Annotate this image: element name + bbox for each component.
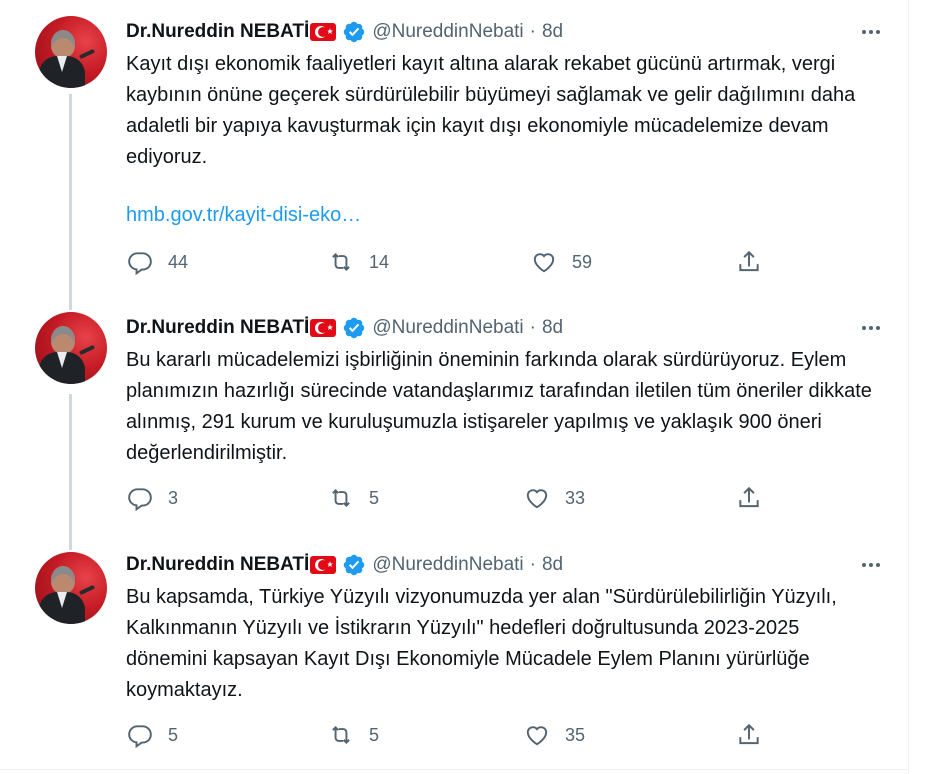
author-handle[interactable]: @NureddinNebati [372, 21, 523, 43]
retweet-icon [332, 489, 350, 507]
tweet-header: Dr.Nureddin NEBATİ ★ @NureddinNebati · 8… [126, 20, 563, 44]
retweet-icon [332, 253, 350, 271]
tweet-1[interactable]: Dr.Nureddin NEBATİ ★ @NureddinNebati · 8… [0, 0, 908, 300]
author-name[interactable]: Dr.Nureddin NEBATİ [126, 21, 309, 43]
verified-badge-icon [344, 21, 365, 43]
share-button[interactable] [736, 722, 762, 748]
tweet-3[interactable]: Dr.Nureddin NEBATİ ★ @NureddinNebati · 8… [0, 540, 908, 770]
like-button[interactable]: 59 [531, 249, 592, 275]
turkey-flag-icon: ★ [310, 23, 337, 41]
tweet-actions: 3 5 33 [0, 485, 908, 515]
retweet-icon [332, 726, 350, 744]
retweet-button[interactable]: 5 [328, 722, 379, 748]
thread-line [69, 394, 72, 540]
more-options-icon[interactable] [856, 20, 886, 44]
reply-icon [128, 252, 152, 275]
timestamp[interactable]: 8d [542, 554, 563, 576]
reply-count: 5 [168, 724, 179, 745]
reply-count: 3 [168, 487, 179, 508]
reply-count: 44 [168, 251, 189, 272]
share-icon [739, 723, 759, 745]
tweet-actions: 5 5 35 [0, 722, 908, 752]
retweet-button[interactable]: 14 [328, 249, 389, 275]
turkey-flag-icon: ★ [310, 319, 337, 337]
reply-button[interactable]: 44 [127, 249, 188, 275]
separator-dot: · [529, 554, 536, 575]
share-icon [739, 250, 759, 272]
reply-button[interactable]: 3 [127, 485, 178, 511]
tweet-text: Kayıt dışı ekonomik faaliyetleri kayıt a… [126, 53, 856, 168]
author-handle[interactable]: @NureddinNebati [372, 317, 523, 339]
retweet-count: 5 [369, 724, 380, 745]
thread-line [69, 300, 72, 310]
share-button[interactable] [736, 249, 762, 275]
retweet-count: 5 [369, 487, 380, 508]
author-name[interactable]: Dr.Nureddin NEBATİ [126, 554, 309, 576]
retweet-button[interactable]: 5 [328, 485, 379, 511]
like-count: 33 [565, 487, 586, 508]
retweet-count: 14 [369, 251, 390, 272]
tweet-actions: 44 14 59 [0, 249, 908, 279]
tweet-text: Bu kararlı mücadelemizi işbirliğinin öne… [126, 349, 872, 464]
avatar[interactable] [35, 16, 107, 88]
like-count: 59 [572, 251, 593, 272]
more-options-icon[interactable] [856, 316, 886, 340]
verified-badge-icon [344, 554, 365, 576]
avatar[interactable] [35, 552, 107, 624]
like-button[interactable]: 33 [524, 485, 585, 511]
tweet-header: Dr.Nureddin NEBATİ ★ @NureddinNebati · 8… [126, 553, 563, 577]
separator-dot: · [529, 317, 536, 338]
reply-icon [128, 488, 152, 511]
share-icon [739, 486, 759, 508]
reply-icon [128, 725, 152, 748]
tweet-header: Dr.Nureddin NEBATİ ★ @NureddinNebati · 8… [126, 316, 563, 340]
thread-line [69, 540, 72, 550]
timestamp[interactable]: 8d [542, 317, 563, 339]
turkey-flag-icon: ★ [310, 556, 337, 574]
verified-badge-icon [344, 317, 365, 339]
like-count: 35 [565, 724, 586, 745]
heart-icon [526, 726, 548, 746]
tweet-2[interactable]: Dr.Nureddin NEBATİ ★ @NureddinNebati · 8… [0, 300, 908, 540]
separator-dot: · [529, 21, 536, 42]
heart-icon [526, 489, 548, 509]
heart-icon [533, 253, 555, 273]
author-name[interactable]: Dr.Nureddin NEBATİ [126, 317, 309, 339]
tweet-link[interactable]: hmb.gov.tr/kayit-disi-eko… [126, 200, 361, 231]
more-options-icon[interactable] [856, 553, 886, 577]
share-button[interactable] [736, 485, 762, 511]
like-button[interactable]: 35 [524, 722, 585, 748]
tweet-text: Bu kapsamda, Türkiye Yüzyılı vizyonumuzd… [126, 586, 837, 701]
author-handle[interactable]: @NureddinNebati [372, 554, 523, 576]
avatar[interactable] [35, 312, 107, 384]
timestamp[interactable]: 8d [542, 21, 563, 43]
reply-button[interactable]: 5 [127, 722, 178, 748]
